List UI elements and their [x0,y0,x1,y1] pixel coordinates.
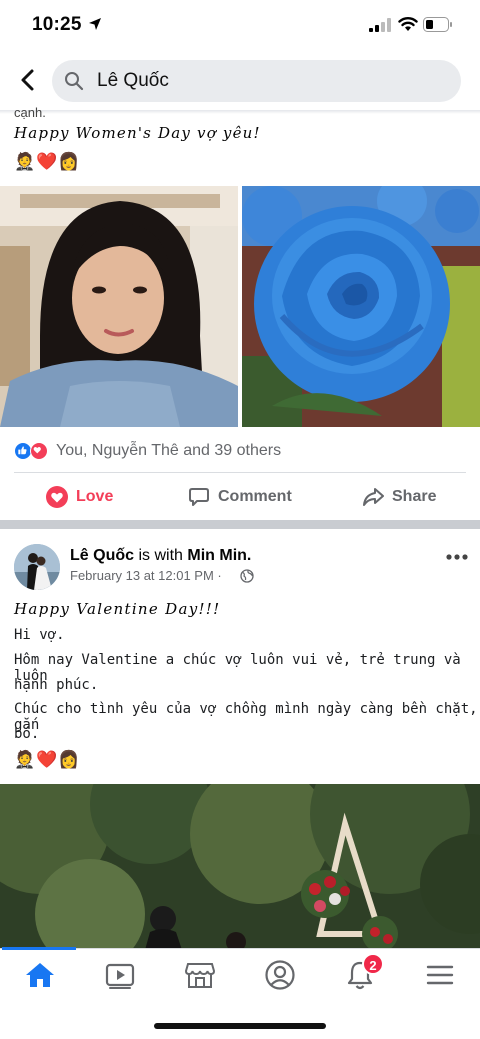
status-bar: 10:25 [0,0,480,52]
watch-icon[interactable] [104,959,136,991]
comment-label: Comment [218,488,292,505]
nav-active-indicator [2,947,76,950]
avatar[interactable] [14,544,60,590]
reactions-summary[interactable]: You, Nguyễn Thê and 39 others [56,442,281,460]
home-indicator [154,1023,326,1029]
emoji-line: 🤵❤️👩 [14,750,81,769]
love-icon [46,486,68,508]
cellular-signal-icon [369,18,391,32]
post-title: Happy Valentine Day!!! [14,600,221,618]
menu-icon[interactable] [424,959,456,991]
with-text: is with [138,547,183,564]
post-text-line: Chúc cho tình yêu của vợ chồng mình ngày… [14,701,478,733]
share-button[interactable]: Share [362,474,436,520]
wifi-icon [398,17,418,31]
profile-icon[interactable] [264,959,296,991]
post-text-cut: cạnh. [14,105,46,120]
post-text-line: Hi vợ. [14,627,65,643]
comment-icon [189,488,209,506]
selfie-image [0,186,238,427]
author-name[interactable]: Lê Quốc [70,547,134,564]
location-arrow-icon [89,18,101,30]
home-icon[interactable] [24,959,56,991]
search-input[interactable]: Lê Quốc [52,60,461,102]
selfie-photo[interactable] [0,186,238,427]
love-button[interactable]: Love [46,474,113,520]
reactions-row[interactable]: You, Nguyễn Thê and 39 others [0,436,480,466]
wedding-photo-image [0,784,480,950]
status-time: 10:25 [32,14,82,35]
emoji-line: 🤵❤️👩 [14,152,81,171]
photo-grid [0,186,480,427]
post-author-line: Lê Quốc is with Min Min. [70,547,251,565]
post-action-bar: Love Comment Share [0,474,480,520]
love-label: Love [76,488,114,505]
tagged-name[interactable]: Min Min. [187,547,251,564]
notifications-badge: 2 [362,953,384,975]
search-query: Lê Quốc [97,70,169,91]
comment-button[interactable]: Comment [188,474,292,520]
battery-icon [423,17,452,32]
post-text-line: bó. [14,726,40,742]
back-arrow-icon[interactable] [14,66,42,94]
post-separator [0,520,480,529]
love-reaction-icon [30,442,48,460]
header-shadow [0,110,480,114]
share-label: Share [392,488,437,505]
avatar-image [14,544,60,590]
search-header: Lê Quốc [0,52,480,110]
blue-rose-photo[interactable] [242,186,480,427]
post-date[interactable]: February 13 at 12:01 PM · [70,568,222,583]
post-photo[interactable] [0,784,480,950]
more-options-icon[interactable] [446,552,468,562]
divider [14,472,466,473]
search-icon [65,72,84,91]
globe-icon [240,569,254,583]
post-text-line: Happy Women's Day vợ yêu! [14,124,261,142]
rose-image [242,186,480,427]
post-text-line: hạnh phúc. [14,677,99,693]
marketplace-icon[interactable] [184,959,216,991]
share-icon [363,488,384,506]
